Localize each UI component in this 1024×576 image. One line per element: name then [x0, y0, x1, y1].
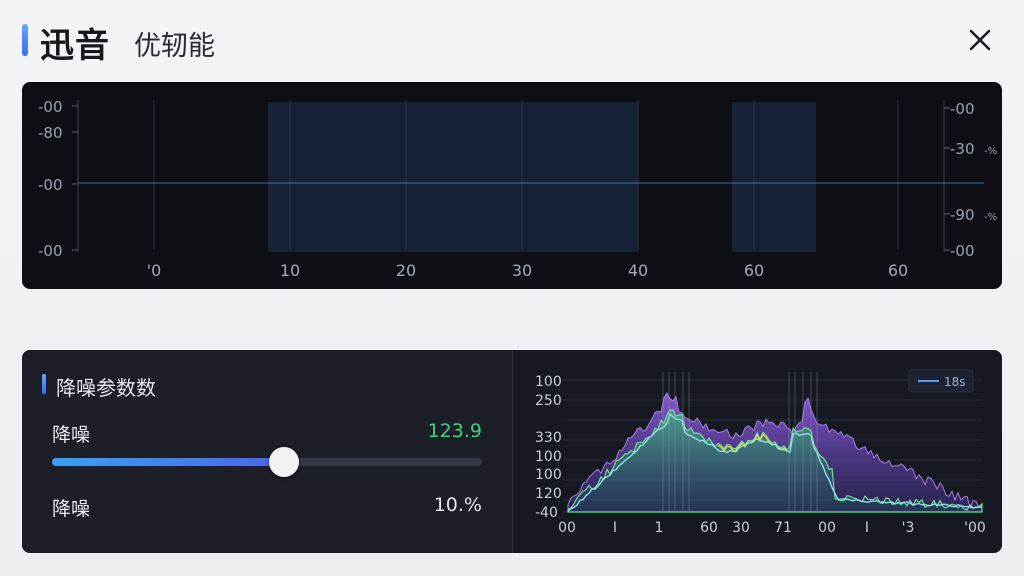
waveform-view[interactable]: -00 -80 -00 -00 -00 -30 -% -90 -% -00 -00 '0 10 20 3…: [22, 82, 1002, 289]
noise-reduction-slider[interactable]: [52, 447, 482, 477]
spectrum-y-axis: 100 250 330 100 100 120 -40: [535, 374, 562, 521]
app-subtitle: 优轫能: [134, 31, 215, 62]
spectrum-y-tick: 330: [535, 430, 562, 446]
waveform-time-tick: 10: [280, 261, 300, 280]
waveform-y-tick: -00: [38, 98, 63, 116]
waveform-time-tick: '0: [147, 261, 162, 280]
spectrum-y-tick: 250: [535, 393, 562, 409]
legend-label: 18s: [944, 375, 966, 389]
spectrum-x-tick: '3: [902, 520, 915, 536]
params-accent-bar: [42, 374, 46, 394]
spectrum-legend[interactable]: 18s: [908, 369, 974, 393]
noise-reduction-value: 123.9: [427, 420, 482, 442]
noise-reduction-label-2: 降噪: [52, 498, 91, 520]
waveform-time-axis: '0 10 20 30 40 60 60: [147, 261, 908, 280]
spectrum-x-tick: I: [865, 520, 869, 536]
waveform-time-tick: 20: [396, 261, 416, 280]
waveform-right-tick: -30: [950, 140, 975, 158]
waveform-right-axis: -00-30-%-90-%-00-00: [944, 100, 997, 260]
waveform-y-tick: -80: [38, 124, 63, 142]
title-accent-bar: [22, 24, 28, 56]
spectrum-x-tick: 71: [774, 520, 792, 536]
waveform-right-unit: -%: [984, 146, 997, 157]
spectrum-x-tick: I: [613, 520, 617, 536]
waveform-right-tick: -00: [950, 242, 975, 260]
spectrum-y-tick: 100: [535, 449, 562, 465]
waveform-time-tick: 60: [744, 261, 764, 280]
spectrum-y-tick: 120: [535, 486, 562, 502]
waveform-y-tick: -00: [38, 176, 63, 194]
bottom-panel: 降噪参数数 降噪 123.9 降噪 10.% 100 250 330 100 1…: [22, 350, 1002, 553]
spectrum-y-tick: 100: [535, 467, 562, 483]
spectrum-x-tick: 30: [732, 520, 750, 536]
noise-params-panel: 降噪参数数 降噪 123.9 降噪 10.%: [22, 350, 512, 553]
waveform-right-tick: -00: [950, 100, 975, 118]
spectrum-y-tick: -40: [535, 505, 558, 521]
waveform-right-tick: -90: [950, 206, 975, 224]
waveform-time-tick: 60: [888, 261, 908, 280]
waveform-left-axis: -00 -80 -00 -00: [38, 98, 78, 260]
noise-reduction-label: 降噪: [52, 424, 91, 446]
noise-reduction-percent: 10.%: [433, 494, 482, 516]
spectrum-x-tick: '00: [964, 520, 986, 536]
waveform-time-tick: 30: [512, 261, 532, 280]
waveform-time-tick: 40: [628, 261, 648, 280]
waveform-right-unit: -%: [984, 212, 997, 223]
title-bar: 迅音 优轫能: [0, 0, 1024, 80]
spectrum-panel: 100 250 330 100 100 120 -40 00 I 1 60 30 71 00 I '3 '00…: [513, 350, 1002, 553]
app-title: 迅音: [40, 26, 110, 66]
slider-thumb[interactable]: [269, 447, 300, 477]
waveform-y-tick: -00: [38, 242, 63, 260]
spectrum-x-tick: 00: [818, 520, 836, 536]
spectrum-view: 100 250 330 100 100 120 -40 00 I 1 60 30 71 00 I '3 '00…: [535, 369, 986, 536]
close-button[interactable]: [962, 24, 998, 58]
app-window: 迅音 优轫能 -00 -80 -00 -00 -00 -30 -% -90 -% -00 -00: [0, 0, 1024, 576]
spectrum-x-tick: 1: [655, 520, 664, 536]
spectrum-x-tick: 00: [558, 520, 576, 536]
spectrum-x-tick: 60: [700, 520, 718, 536]
spectrum-x-axis: 00 I 1 60 30 71 00 I '3 '00: [558, 520, 986, 536]
params-title: 降噪参数数: [56, 376, 156, 400]
slider-fill: [52, 458, 285, 466]
close-icon: [969, 29, 991, 51]
waveform-panel[interactable]: -00 -80 -00 -00 -00 -30 -% -90 -% -00 -00 '0 10 20 3…: [22, 82, 1002, 289]
spectrum-y-tick: 100: [535, 374, 562, 390]
